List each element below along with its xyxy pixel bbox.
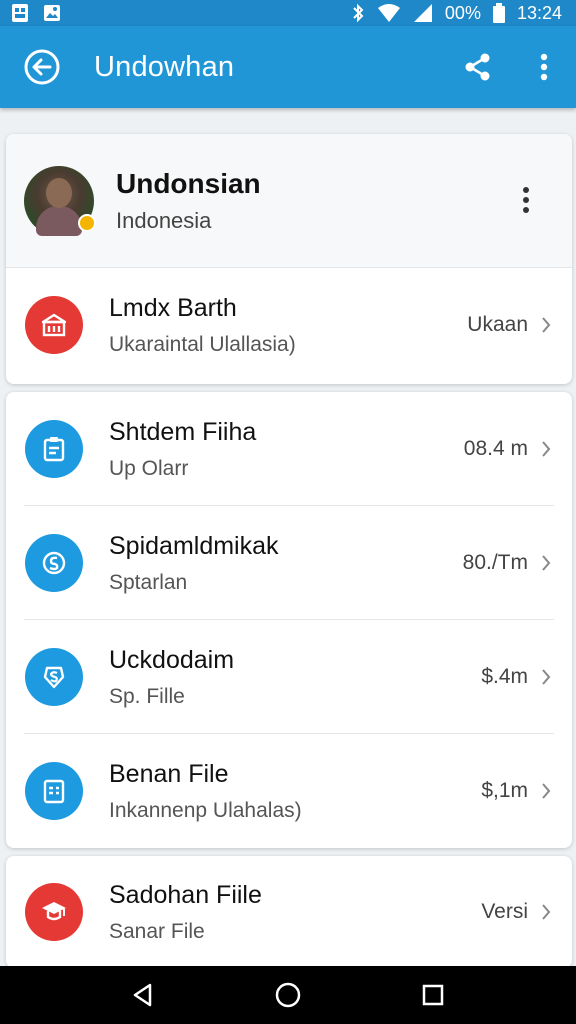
document-icon bbox=[25, 762, 83, 820]
graduation-icon bbox=[25, 883, 83, 941]
chevron-right-icon bbox=[536, 315, 556, 335]
list-item-subtitle: Sptarlan bbox=[109, 570, 188, 594]
files-card: Shtdem Fiiha Up Olarr 08.4 m Spidamldmik… bbox=[6, 392, 572, 848]
list-item[interactable]: Lmdx Barth Ukaraintal Ulallasia) Ukaan bbox=[6, 268, 572, 382]
share-icon[interactable] bbox=[456, 45, 500, 89]
list-item-subtitle: Ukaraintal Ulallasia) bbox=[109, 332, 296, 356]
list-item-subtitle: Sp. Fille bbox=[109, 684, 185, 708]
list-item-title: Uckdodaim bbox=[109, 645, 235, 674]
list-item-meta: $.4m bbox=[481, 665, 528, 688]
signal-icon bbox=[413, 3, 433, 23]
list-item-title: Spidamldmikak bbox=[109, 531, 279, 560]
chevron-right-icon bbox=[536, 781, 556, 801]
back-icon[interactable] bbox=[20, 45, 64, 89]
list-item-meta: 08.4 m bbox=[463, 437, 528, 460]
sim-icon bbox=[10, 3, 30, 23]
status-badge bbox=[78, 213, 96, 232]
profile-name: Undonsian bbox=[116, 167, 261, 199]
chevron-right-icon bbox=[536, 667, 556, 687]
status-bar: 00% 13:24 bbox=[0, 0, 576, 26]
list-item-meta: Versi bbox=[481, 900, 528, 923]
list-item-subtitle: Up Olarr bbox=[109, 456, 189, 480]
list-item-subtitle: Inkannenp Ulahalas) bbox=[109, 798, 302, 822]
profile-card: Undonsian Indonesia Lmdx Barth Ukarainta… bbox=[6, 134, 572, 384]
list-item-meta: 80./Tm bbox=[462, 551, 528, 574]
list-item[interactable]: Sadohan Fiile Sanar File Versi bbox=[6, 856, 572, 968]
system-nav-bar bbox=[0, 966, 576, 1024]
chevron-right-icon bbox=[536, 553, 556, 573]
list-item-title: Sadohan Fiile bbox=[109, 880, 262, 909]
list-item[interactable]: Benan File Inkannenp Ulahalas) $,1m bbox=[6, 734, 572, 848]
profile-header[interactable]: Undonsian Indonesia bbox=[6, 134, 572, 268]
list-item-title: Benan File bbox=[109, 759, 229, 788]
sync-icon bbox=[25, 534, 83, 592]
recents-icon[interactable] bbox=[411, 973, 455, 1017]
list-item-title: Shtdem Fiiha bbox=[109, 417, 257, 446]
bank-icon bbox=[25, 296, 83, 354]
chevron-right-icon bbox=[536, 439, 556, 459]
list-item-subtitle: Sanar File bbox=[109, 919, 205, 943]
profile-subtitle: Indonesia bbox=[116, 207, 212, 233]
list-item-meta: Ukaan bbox=[467, 313, 528, 336]
wifi-icon bbox=[377, 3, 401, 23]
clock: 13:24 bbox=[516, 2, 562, 23]
home-icon[interactable] bbox=[266, 973, 310, 1017]
bluetooth-icon bbox=[351, 3, 365, 23]
last-card: Sadohan Fiile Sanar File Versi bbox=[6, 856, 572, 968]
profile-more-icon[interactable] bbox=[514, 178, 538, 222]
clipboard-icon bbox=[25, 420, 83, 478]
list-item[interactable]: Shtdem Fiiha Up Olarr 08.4 m bbox=[6, 392, 572, 506]
battery-percent: 00% bbox=[444, 2, 481, 23]
image-icon bbox=[42, 3, 62, 23]
more-vert-icon[interactable] bbox=[522, 45, 566, 89]
chevron-right-icon bbox=[536, 902, 556, 922]
list-item-title: Lmdx Barth bbox=[109, 293, 237, 322]
app-bar-title: Undowhan bbox=[94, 50, 235, 83]
avatar bbox=[24, 165, 96, 236]
nav-back-icon[interactable] bbox=[121, 973, 165, 1017]
app-bar: Undowhan bbox=[0, 26, 576, 108]
list-item[interactable]: Uckdodaim Sp. Fille $.4m bbox=[6, 620, 572, 734]
list-item[interactable]: Spidamldmikak Sptarlan 80./Tm bbox=[6, 506, 572, 620]
badge-s-icon bbox=[25, 648, 83, 706]
battery-icon bbox=[492, 3, 505, 23]
list-item-meta: $,1m bbox=[481, 779, 528, 802]
